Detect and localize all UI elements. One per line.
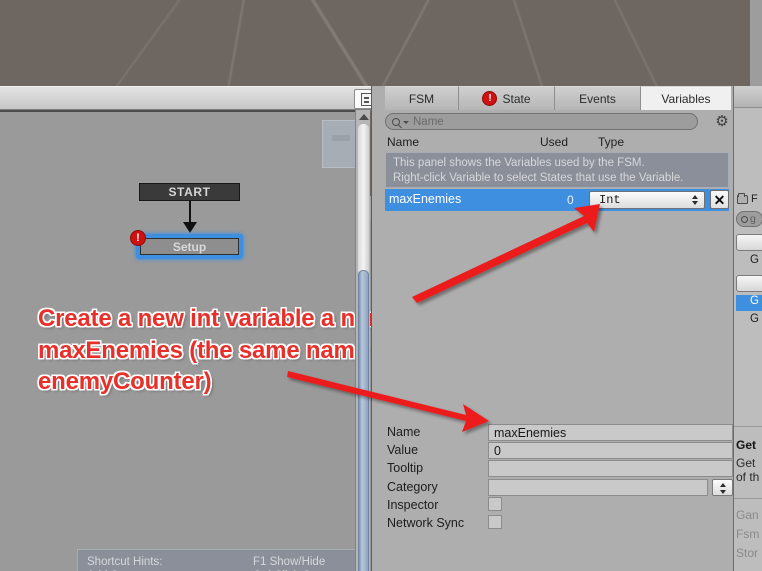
column-header-name: Name [387, 135, 420, 149]
scrollbar-thumb[interactable] [358, 270, 369, 571]
state-node-start-label: START [168, 185, 211, 199]
form-row-category: Category [385, 478, 734, 497]
scrollbar-track[interactable] [358, 124, 369, 276]
error-badge-icon: ! [130, 230, 146, 246]
form-label: Network Sync [387, 516, 465, 530]
variables-search-row: Name ⚙ [385, 111, 734, 133]
action-browser-search-input[interactable]: g [736, 211, 762, 227]
list-item[interactable]: G [736, 254, 762, 270]
scroll-up-arrow-icon[interactable] [359, 114, 369, 120]
action-browser-search-value: g [750, 213, 756, 225]
action-browser-button-1[interactable] [736, 234, 762, 251]
divider [734, 498, 762, 499]
action-browser-section-label: F [751, 193, 758, 205]
playmaker-editor-window: START Setup ! Shortcut Hints: F1 Show/Hid… [0, 0, 762, 571]
search-icon [741, 215, 748, 223]
action-doc-line-2: of th [736, 470, 760, 484]
action-browser-panel: F g G G G Get Get of th Gan Fsm Stor [733, 86, 762, 571]
info-line-1: This panel shows the Variables used by t… [393, 157, 645, 169]
search-input[interactable]: Name [385, 113, 698, 130]
variables-panel: FSM ! State Events Variables Name ⚙ Name [371, 86, 734, 571]
form-row-inspector: Inspector [385, 496, 734, 515]
shortcut-hints-box: Shortcut Hints:F1 Show/HideAdd State:Ctr… [77, 549, 367, 571]
action-browser-section: F [734, 190, 762, 208]
form-label: Inspector [387, 497, 439, 512]
search-placeholder: Name [413, 115, 444, 128]
tab-fsm-label: FSM [408, 91, 435, 106]
updown-arrows-icon [692, 195, 698, 205]
action-browser-tabbar[interactable] [734, 86, 762, 108]
tab-events[interactable]: Events [555, 86, 641, 110]
form-row-network-sync: Network Sync [385, 515, 734, 533]
delete-variable-button[interactable]: ✕ [710, 190, 729, 209]
tab-state[interactable]: ! State [459, 86, 555, 110]
variable-type-select[interactable]: Int [589, 191, 705, 209]
variables-column-headers: Name Used Type [385, 133, 734, 152]
form-row-value: Value 0 [385, 442, 734, 460]
variable-type-value: Int [599, 193, 621, 207]
table-row[interactable]: maxEnemies 0 Int ✕ [385, 189, 729, 211]
transition-arrowhead [183, 222, 197, 233]
error-badge-icon: ! [482, 91, 498, 106]
shortcut-hint-value: F1 Show/Hide [253, 556, 326, 568]
tab-variables[interactable]: Variables [641, 86, 731, 110]
tab-fsm[interactable]: FSM [385, 86, 459, 110]
fsm-graph-toolbar [0, 86, 384, 110]
network-sync-checkbox[interactable] [488, 515, 502, 529]
action-browser-button-2[interactable] [736, 275, 762, 292]
graph-vertical-scrollbar[interactable] [355, 110, 370, 571]
playmaker-tabbar: FSM ! State Events Variables [385, 86, 734, 110]
action-doc-body: Get of th [736, 456, 759, 484]
column-header-used: Used [540, 135, 569, 149]
variable-used-count: 0 [567, 193, 574, 207]
state-node-setup-label: Setup [172, 239, 207, 254]
list-item: Fsm [736, 527, 760, 541]
form-label: Category [387, 479, 438, 494]
list-item: Gan [736, 508, 759, 522]
tooltip-field[interactable] [488, 460, 733, 478]
category-field[interactable] [488, 478, 708, 496]
variable-name: maxEnemies [389, 192, 462, 206]
action-param-list: Gan Fsm Stor [736, 506, 759, 563]
info-line-2: Right-click Variable to select States th… [393, 172, 684, 184]
tab-events-label: Events [579, 91, 616, 106]
value-field[interactable]: 0 [488, 442, 733, 460]
list-item[interactable]: G [736, 295, 762, 311]
shortcut-hint-row: Shortcut Hints: F1 Show/Hide [87, 555, 366, 569]
folder-icon [737, 192, 748, 204]
search-icon [392, 117, 400, 126]
list-item[interactable]: G [736, 313, 762, 329]
list-item: Stor [736, 546, 759, 560]
tab-state-label: State [502, 91, 531, 106]
minimap-blip [332, 135, 350, 141]
column-header-type: Type [598, 135, 625, 149]
action-doc-title: Get [736, 438, 757, 452]
gear-icon[interactable]: ⚙ [714, 114, 730, 130]
name-field[interactable]: maxEnemies [488, 424, 733, 441]
chevron-down-icon [403, 121, 409, 124]
shortcut-hint-key: Shortcut Hints: [87, 556, 163, 568]
state-node-start[interactable]: START [139, 183, 240, 201]
action-doc-line-1: Get [736, 456, 756, 470]
divider [734, 426, 762, 427]
variable-detail-form: Name maxEnemies Value 0 Tooltip Category Inspe… [385, 424, 734, 534]
inspector-checkbox[interactable] [488, 496, 502, 511]
form-row-tooltip: Tooltip [385, 460, 734, 478]
variables-info-banner: This panel shows the Variables used by t… [385, 152, 729, 188]
form-label: Name [387, 425, 421, 439]
state-node-setup[interactable]: Setup ! [130, 230, 243, 259]
tab-variables-label: Variables [661, 91, 711, 106]
form-label: Value [387, 443, 419, 458]
category-dropdown-button[interactable] [712, 478, 733, 496]
state-node-setup-body: Setup [140, 238, 239, 255]
form-label: Tooltip [387, 461, 424, 476]
form-row-name: Name maxEnemies [385, 424, 734, 442]
